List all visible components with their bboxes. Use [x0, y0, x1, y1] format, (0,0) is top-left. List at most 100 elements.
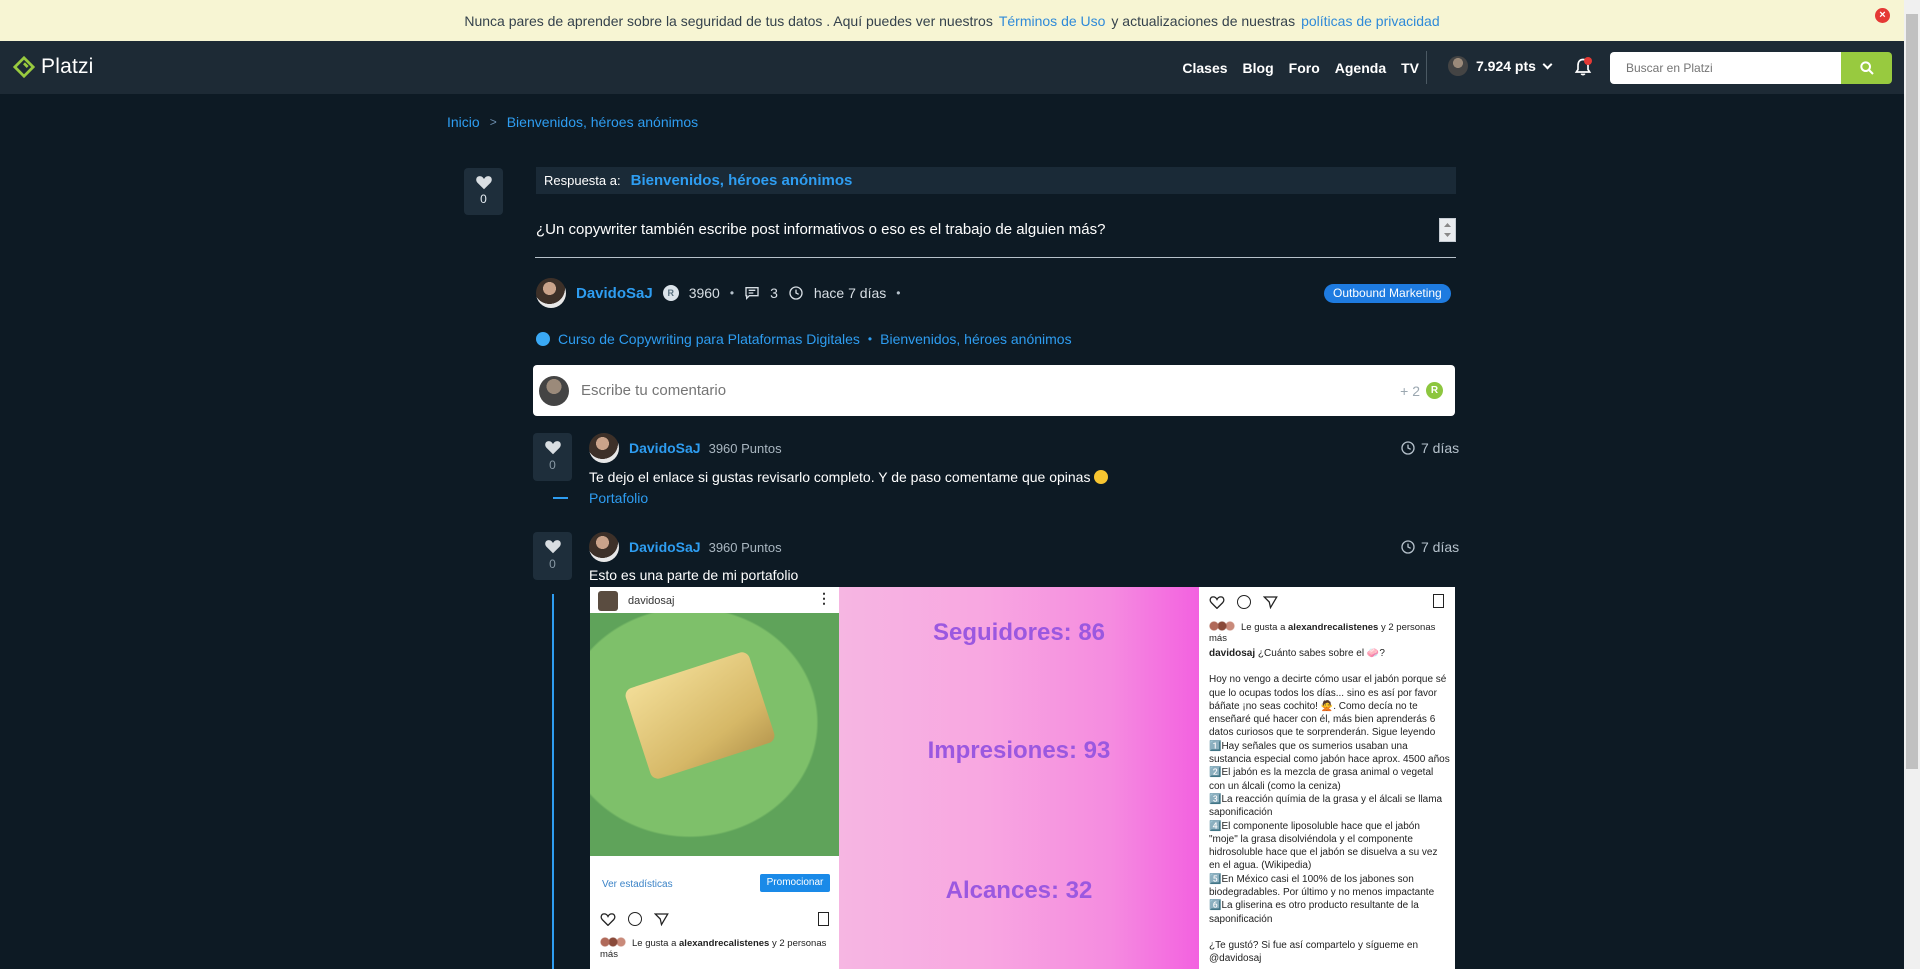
- answer-like-count: 0: [549, 557, 556, 571]
- answer-like-count: 0: [549, 458, 556, 472]
- answer-author-points: 3960 Puntos: [708, 440, 782, 456]
- soap-photo: [590, 613, 839, 856]
- nav-clases[interactable]: Clases: [1182, 60, 1227, 76]
- answer-author-points: 3960 Puntos: [708, 539, 782, 555]
- question-author-row: DavidoSaJ R 3960 • 3 hace 7 días •: [536, 278, 900, 308]
- ig-caption: davidosaj ¿Cuánto sabes sobre el 🧼? Hoy …: [1209, 647, 1451, 966]
- heart-outline-icon: [1209, 596, 1225, 609]
- share-icon: [654, 913, 669, 926]
- ig-stats-link: Ver estadísticas: [602, 879, 673, 890]
- question-like-button[interactable]: 0: [464, 168, 503, 215]
- answer-author-avatar[interactable]: [589, 433, 619, 463]
- caption-line-4: 2️⃣El jabón es la mezcla de grasa animal…: [1209, 767, 1434, 792]
- nav-divider: [1426, 51, 1427, 84]
- caption-line-0: ¿Cuánto sabes sobre el 🧼?: [1257, 648, 1385, 659]
- platzi-logo-icon: [13, 56, 35, 78]
- author-avatar[interactable]: [536, 278, 566, 308]
- answer-author-row: DavidoSaJ 3960 Puntos: [589, 433, 782, 463]
- privacy-link[interactable]: políticas de privacidad: [1301, 13, 1440, 29]
- bookmark-icon: [818, 912, 829, 926]
- instagram-post-panel: davidosaj ⋮ Ver estadísticas Promocionar…: [590, 587, 839, 969]
- ig-actions: [600, 912, 669, 926]
- author-name[interactable]: DavidoSaJ: [576, 285, 653, 302]
- notification-dot: [1584, 57, 1592, 65]
- comment-input[interactable]: [581, 382, 1401, 399]
- author-points: 3960: [688, 285, 720, 301]
- page-scrollbar-thumb[interactable]: [1906, 14, 1918, 769]
- answer-author-name[interactable]: DavidoSaJ: [629, 539, 701, 555]
- caption-user: davidosaj: [1209, 648, 1256, 659]
- rank-badge-icon: R: [662, 285, 679, 301]
- answer-like-button[interactable]: 0: [533, 433, 572, 481]
- separator-dot: •: [896, 286, 901, 300]
- course-link[interactable]: Curso de Copywriting para Plataformas Di…: [558, 331, 860, 347]
- question-time: hace 7 días: [813, 285, 887, 301]
- comment-bubble-icon: [628, 912, 642, 926]
- answer-time-text: 7 días: [1421, 539, 1460, 555]
- comment-points-reward: + 2: [1400, 382, 1420, 399]
- caption-line-9: [1209, 926, 1451, 939]
- breadcrumb-current[interactable]: Bienvenidos, héroes anónimos: [507, 114, 698, 130]
- reply-prefix: Respuesta a:: [544, 173, 621, 188]
- search-button[interactable]: [1841, 52, 1892, 84]
- close-icon[interactable]: ×: [1875, 8, 1890, 23]
- answer-text: Esto es una parte de mi portafolio: [589, 567, 799, 583]
- user-points-menu[interactable]: 7.924 pts: [1448, 56, 1553, 76]
- banner-text-before: Nunca pares de aprender sobre la segurid…: [464, 12, 993, 29]
- share-icon: [1263, 596, 1278, 609]
- nav-foro[interactable]: Foro: [1289, 60, 1320, 76]
- user-points: 7.924 pts: [1476, 58, 1536, 74]
- reach-stat: Alcances: 32: [945, 877, 1093, 904]
- answer-author-avatar[interactable]: [589, 532, 619, 562]
- comments-count: 3: [770, 285, 778, 301]
- caption-line-6: 4️⃣El componente liposoluble hace que el…: [1209, 820, 1438, 872]
- answer-author-name[interactable]: DavidoSaJ: [629, 440, 701, 456]
- caption-line-8: 6️⃣La gliserina es otro producto resulta…: [1209, 900, 1419, 925]
- heart-icon: [544, 540, 561, 554]
- heart-icon: [544, 441, 561, 455]
- separator-dot: •: [729, 286, 735, 300]
- smile-emoji-icon: [1094, 470, 1109, 484]
- platzi-logo[interactable]: Platzi: [13, 55, 94, 79]
- caption-line-10: ¿Te gustó? Si fue así compartelo y sígue…: [1209, 939, 1418, 965]
- banner-text-middle: y actualizaciones de nuestras: [1111, 12, 1296, 29]
- nav-blog[interactable]: Blog: [1243, 60, 1274, 76]
- stats-panel: Seguidores: 86 Impresiones: 93 Alcances:…: [839, 587, 1199, 969]
- followers-stat: Seguidores: 86: [932, 619, 1106, 646]
- course-section-link[interactable]: Bienvenidos, héroes anónimos: [880, 331, 1071, 347]
- course-breadcrumb: Curso de Copywriting para Plataformas Di…: [536, 331, 1072, 347]
- reply-to-bar: Respuesta a: Bienvenidos, héroes anónimo…: [536, 167, 1456, 194]
- question-text: ¿Un copywriter también escribe post info…: [536, 221, 1106, 238]
- nav-agenda[interactable]: Agenda: [1335, 60, 1386, 76]
- reply-target-link[interactable]: Bienvenidos, héroes anónimos: [631, 172, 853, 189]
- terms-link[interactable]: Términos de Uso: [999, 13, 1106, 29]
- answer-time: 7 días: [1400, 539, 1459, 555]
- topic-tag[interactable]: Outbound Marketing: [1324, 284, 1451, 303]
- breadcrumb-separator: >: [489, 115, 497, 129]
- question-like-count: 0: [480, 192, 487, 206]
- nav-tv[interactable]: TV: [1401, 60, 1419, 76]
- portfolio-link[interactable]: Portafolio: [589, 490, 648, 506]
- separator-dot: •: [867, 332, 873, 346]
- heart-icon: [475, 176, 492, 190]
- privacy-banner: Nunca pares de aprender sobre la segurid…: [0, 0, 1904, 41]
- caption-line-5: 3️⃣La reacción químia de la grasa y el á…: [1209, 793, 1443, 819]
- question-text-scroller[interactable]: [1439, 218, 1456, 242]
- search-input[interactable]: [1610, 52, 1841, 84]
- answer-time: 7 días: [1400, 440, 1459, 456]
- likes-user: alexandrecalistenes: [1288, 622, 1379, 633]
- liker-avatars: [600, 937, 628, 947]
- portfolio-image[interactable]: davidosaj ⋮ Ver estadísticas Promocionar…: [590, 587, 1455, 969]
- clock-icon: [1401, 441, 1415, 455]
- impressions-stat: Impresiones: 93: [927, 737, 1111, 764]
- clock-icon: [789, 286, 803, 300]
- instagram-caption-panel: Le gusta a alexandrecalistenes y 2 perso…: [1199, 587, 1455, 969]
- caption-line-3: 1️⃣Hay señales que os sumerios usaban un…: [1209, 740, 1450, 766]
- ig-actions: [1209, 595, 1278, 609]
- chevron-down-icon: [1542, 59, 1553, 69]
- answer-like-button[interactable]: 0: [533, 532, 572, 580]
- more-icon: ⋮: [817, 590, 831, 606]
- breadcrumb-home[interactable]: Inicio: [447, 114, 480, 130]
- likes-prefix: Le gusta a: [632, 938, 677, 949]
- caption-line-2: Hoy no vengo a decirte cómo usar el jabó…: [1209, 674, 1447, 739]
